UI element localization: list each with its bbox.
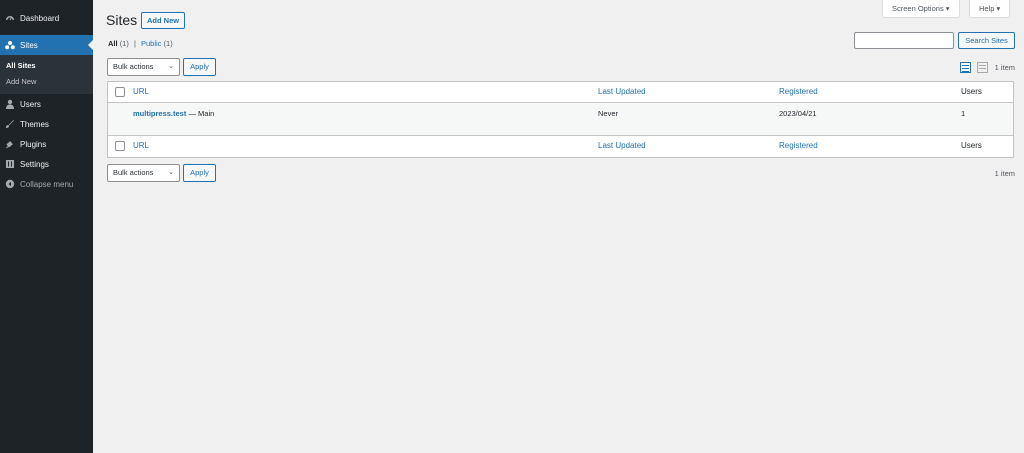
plugins-icon <box>5 139 15 149</box>
menu-dashboard[interactable]: Dashboard <box>0 8 93 28</box>
chevron-down-icon: ⌄ <box>168 63 174 70</box>
chevron-down-icon: ⌄ <box>168 169 174 176</box>
apply-button-bottom[interactable]: Apply <box>183 164 216 182</box>
menu-settings[interactable]: Settings <box>0 154 93 174</box>
admin-menu: Dashboard Sites All Sites Add New Users … <box>0 0 93 453</box>
menu-themes[interactable]: Themes <box>0 114 93 134</box>
items-count-bottom: 1 item <box>994 169 1015 178</box>
table-row: multipress.test — Main Never 2023/04/21 … <box>108 103 1013 136</box>
dashboard-icon <box>5 13 15 23</box>
filter-separator: | <box>133 39 136 48</box>
sites-submenu: All Sites Add New <box>0 55 93 94</box>
help-button[interactable]: Help ▾ <box>969 0 1011 18</box>
column-registered[interactable]: Registered <box>779 87 818 96</box>
settings-icon <box>5 159 15 169</box>
menu-users[interactable]: Users <box>0 94 93 114</box>
menu-plugins-label: Plugins <box>20 139 47 149</box>
column-users-footer: Users <box>961 141 982 150</box>
bulk-actions-label-bottom: Bulk actions <box>113 168 154 177</box>
search-sites-button[interactable]: Search Sites <box>958 32 1015 49</box>
menu-dashboard-label: Dashboard <box>20 13 60 23</box>
collapse-menu-label: Collapse menu <box>20 179 74 189</box>
site-link[interactable]: multipress.test <box>133 109 186 118</box>
menu-plugins[interactable]: Plugins <box>0 134 93 154</box>
column-last-updated[interactable]: Last Updated <box>598 87 646 96</box>
filter-public-count: (1) <box>163 39 173 48</box>
column-users: Users <box>961 87 982 96</box>
bulk-actions-label: Bulk actions <box>113 62 154 71</box>
page-title: Sites <box>106 12 138 28</box>
items-count-top: 1 item <box>994 63 1015 72</box>
screen-options-button[interactable]: Screen Options ▾ <box>882 0 960 18</box>
filter-all-count: (1) <box>119 39 129 48</box>
search-input[interactable] <box>854 32 954 49</box>
menu-sites[interactable]: Sites <box>0 35 93 55</box>
registered-cell: 2023/04/21 <box>779 109 817 118</box>
sites-table: URL Last Updated Registered Users multip… <box>107 81 1014 158</box>
column-last-updated-footer[interactable]: Last Updated <box>598 141 646 150</box>
apply-button-top[interactable]: Apply <box>183 58 216 76</box>
list-view-icon[interactable] <box>960 62 971 73</box>
submenu-add-new[interactable]: Add New <box>0 74 93 90</box>
site-url-cell: multipress.test — Main <box>133 109 214 118</box>
themes-icon <box>5 119 15 129</box>
bulk-actions-select-top[interactable]: Bulk actions ⌄ <box>107 58 180 76</box>
last-updated-cell: Never <box>598 109 619 118</box>
view-filters: All (1) | Public (1) <box>108 39 173 48</box>
users-cell: 1 <box>961 109 966 118</box>
filter-public[interactable]: Public <box>141 39 161 48</box>
add-new-button[interactable]: Add New <box>141 12 186 29</box>
filter-all[interactable]: All <box>108 39 118 48</box>
table-footer-row: URL Last Updated Registered Users <box>108 136 1013 157</box>
menu-users-label: Users <box>20 99 41 109</box>
sites-icon <box>5 40 15 50</box>
column-url[interactable]: URL <box>133 87 149 96</box>
select-all-checkbox[interactable] <box>115 87 125 97</box>
column-registered-footer[interactable]: Registered <box>779 141 818 150</box>
users-icon <box>5 99 15 109</box>
main-content: Sites Add New Screen Options ▾ Help ▾ Al… <box>93 0 1024 453</box>
select-all-checkbox-footer[interactable] <box>115 141 125 151</box>
table-header-row: URL Last Updated Registered Users <box>108 82 1013 103</box>
column-url-footer[interactable]: URL <box>133 141 149 150</box>
collapse-menu[interactable]: Collapse menu <box>0 174 93 194</box>
menu-sites-label: Sites <box>20 40 38 50</box>
bulk-actions-select-bottom[interactable]: Bulk actions ⌄ <box>107 164 180 182</box>
collapse-icon <box>5 179 15 189</box>
site-suffix: — Main <box>186 109 215 118</box>
excerpt-view-icon[interactable] <box>977 62 988 73</box>
menu-themes-label: Themes <box>20 119 49 129</box>
menu-settings-label: Settings <box>20 159 49 169</box>
submenu-all-sites[interactable]: All Sites <box>0 58 93 74</box>
